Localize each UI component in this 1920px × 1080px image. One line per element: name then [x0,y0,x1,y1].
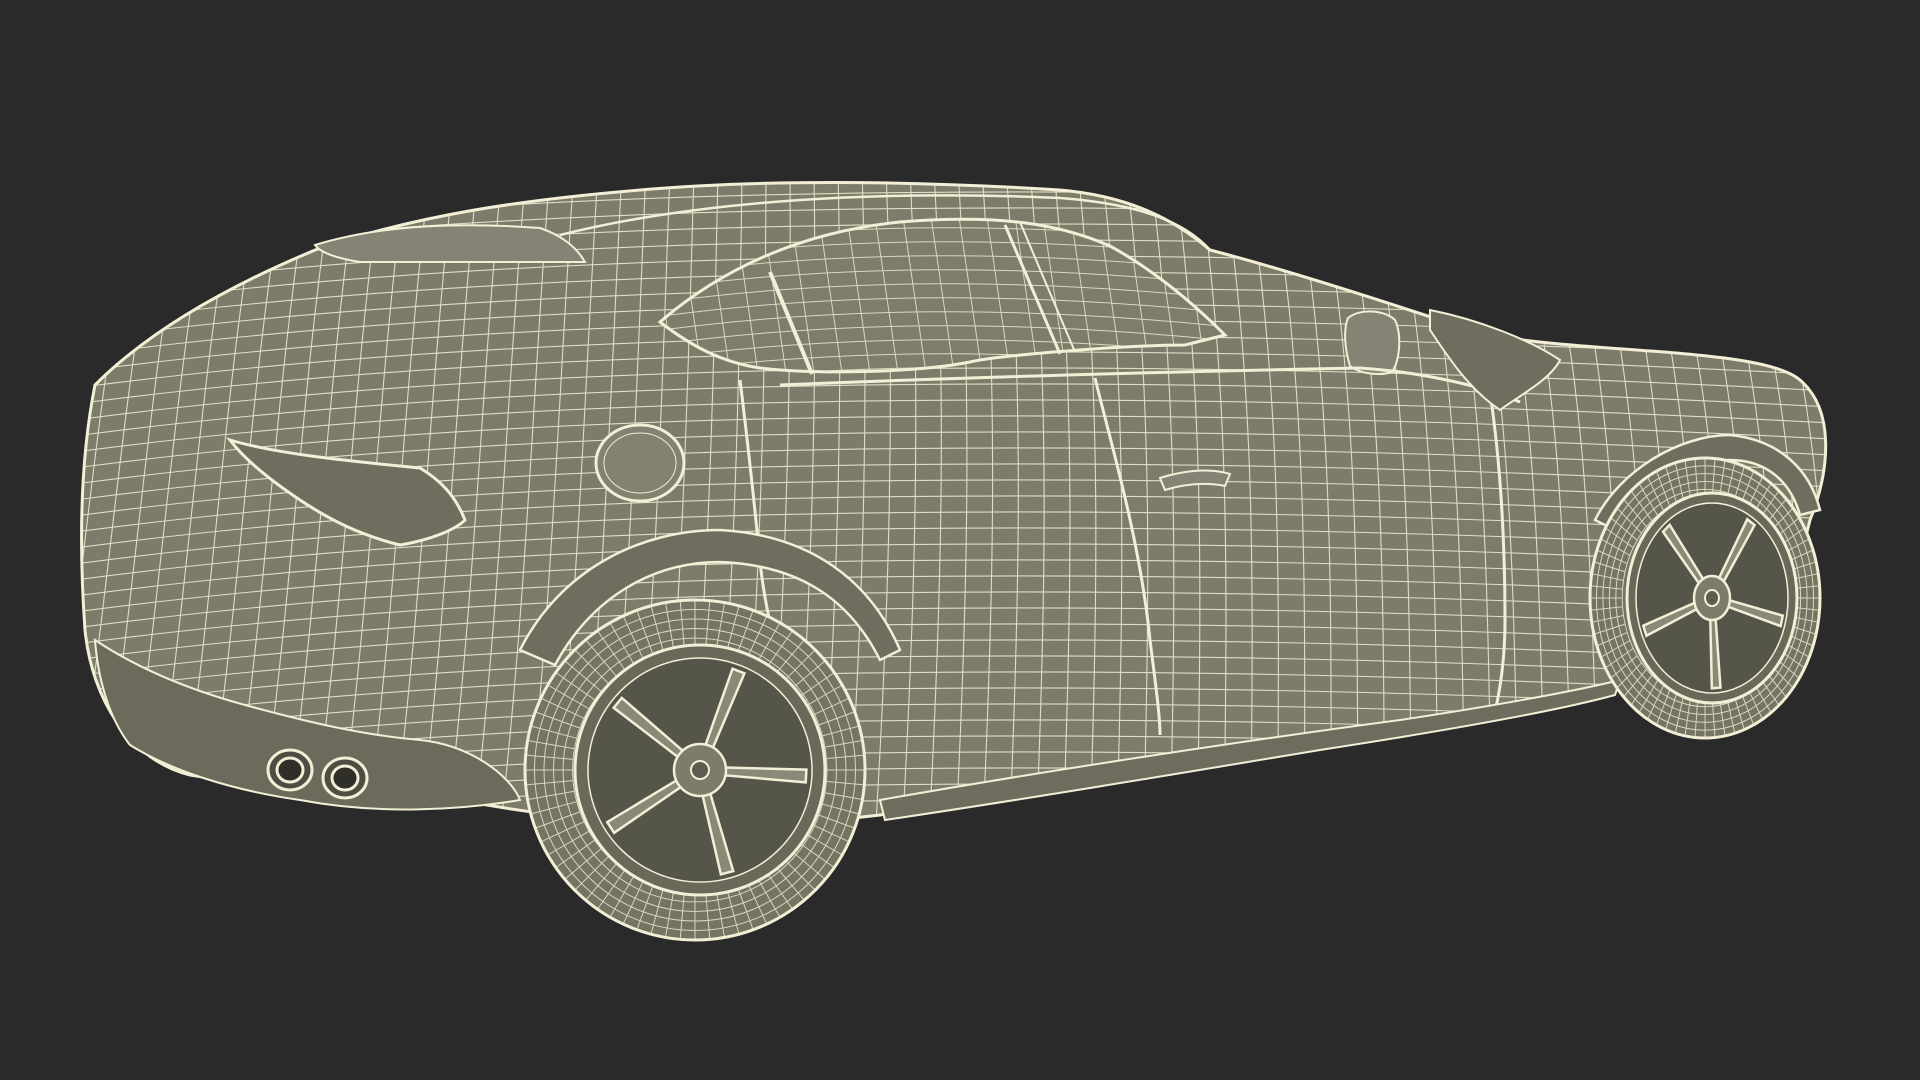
front-wheel [1588,456,1822,740]
render-viewport [0,0,1920,1080]
car-wireframe-render [79,180,1828,942]
fuel-cap [594,423,686,503]
side-mirror [1344,310,1401,375]
rear-wheel [523,598,867,942]
rear-spoiler [313,224,587,264]
